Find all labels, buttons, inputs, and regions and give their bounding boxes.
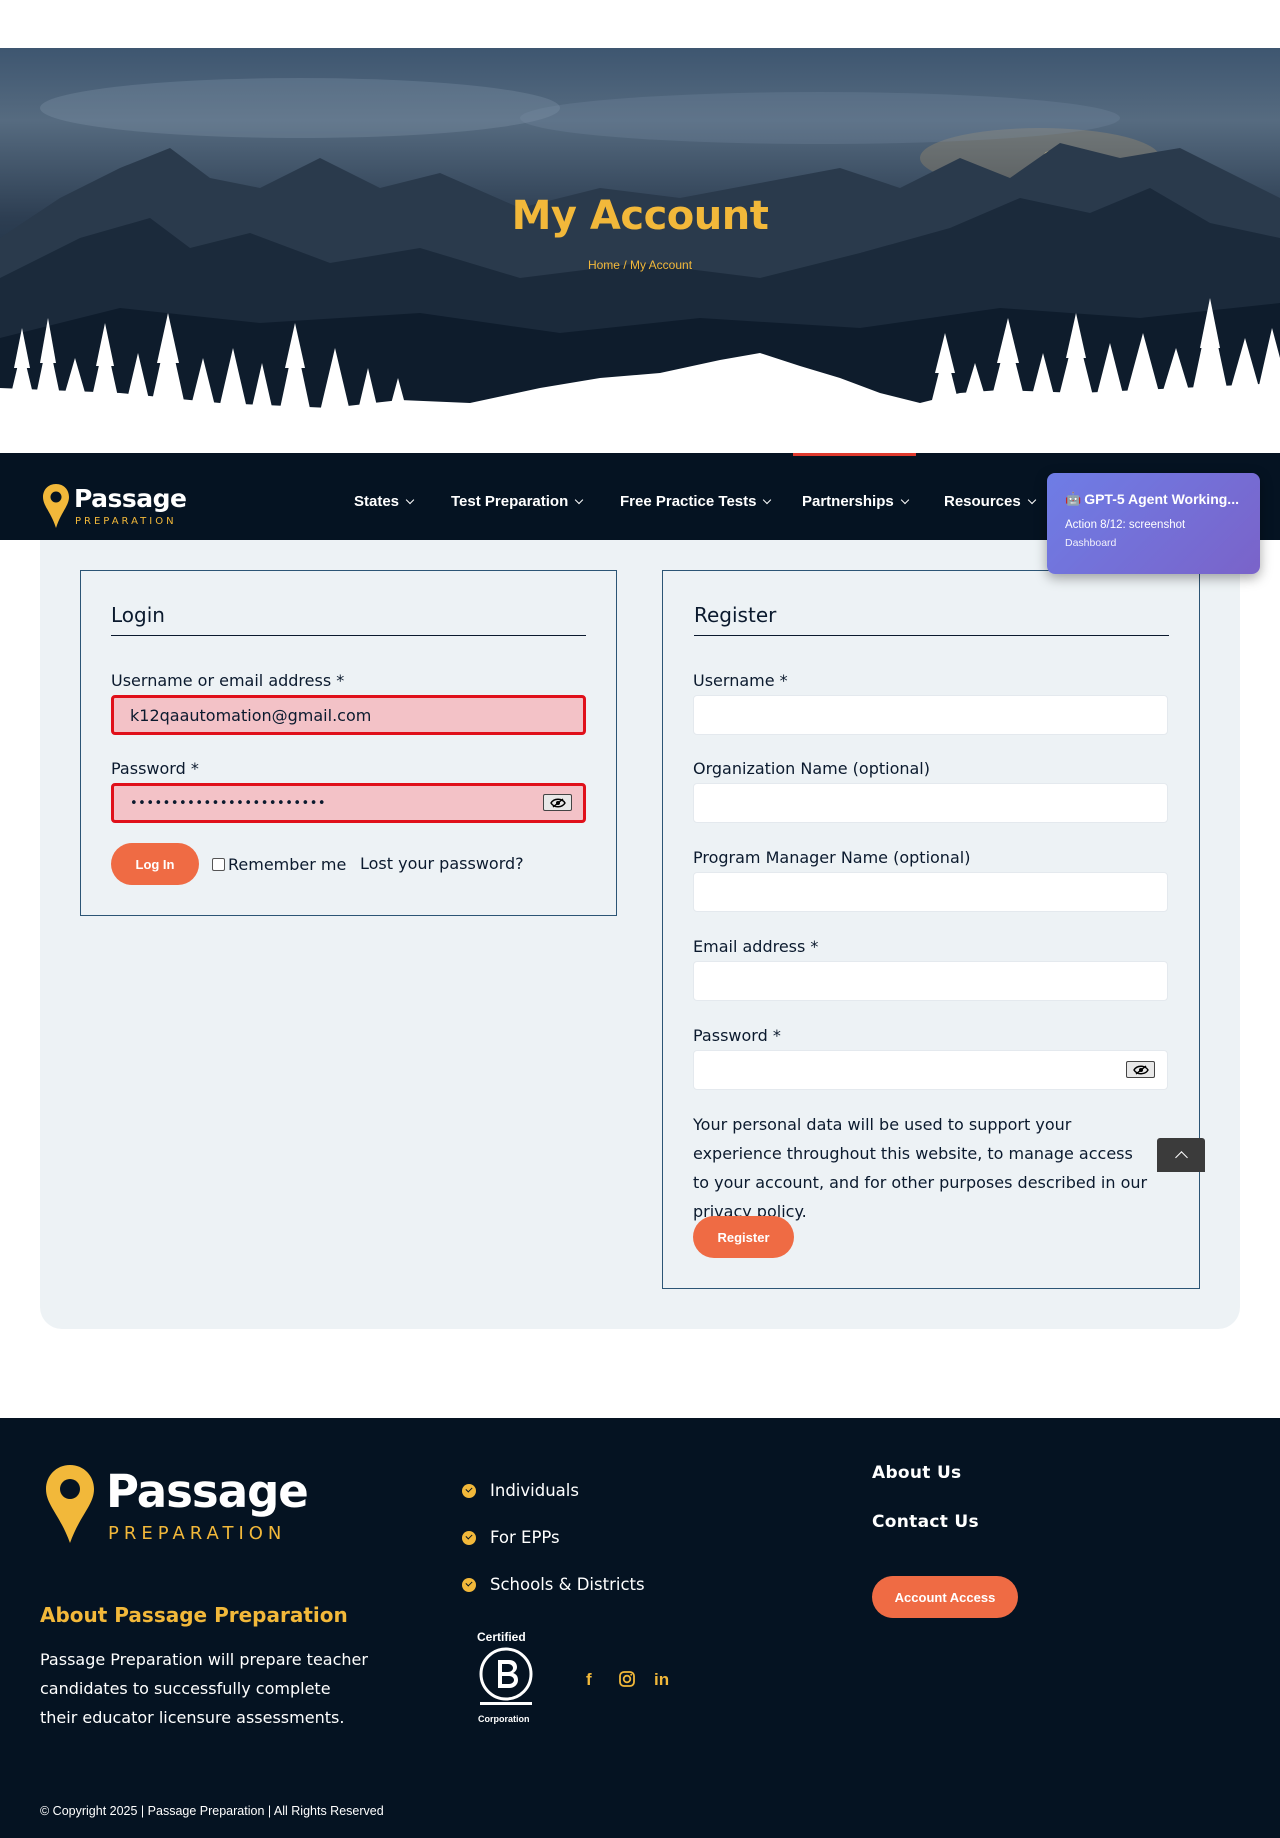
eye-slash-icon	[549, 797, 566, 808]
footer-link-contact-us[interactable]: Contact Us	[872, 1512, 979, 1532]
top-spacer	[0, 0, 1280, 48]
nav-item-free-practice-tests[interactable]: Free Practice Tests	[620, 493, 772, 510]
chevron-up-icon	[1174, 1151, 1188, 1164]
show-password-toggle[interactable]	[543, 794, 572, 811]
location-pin-icon	[46, 1465, 94, 1543]
breadcrumb-separator: /	[619, 258, 630, 272]
username-value: k12qaautomation@gmail.com	[130, 705, 372, 725]
footer-link-schools[interactable]: Schools & Districts	[462, 1575, 645, 1594]
chevron-down-icon	[900, 495, 909, 505]
page-title: My Account	[511, 193, 769, 239]
login-heading: Login	[111, 603, 165, 627]
lost-password-link[interactable]: Lost your password?	[360, 854, 524, 873]
check-circle-icon	[462, 1530, 476, 1545]
bcorp-certified-text: Certified	[477, 1630, 526, 1644]
nav-item-states[interactable]: States	[354, 493, 415, 510]
register-username-field[interactable]	[693, 695, 1168, 735]
footer-about-text: Passage Preparation will prepare teacher…	[40, 1650, 368, 1727]
footer-link-about-us[interactable]: About Us	[872, 1463, 961, 1483]
logo-wordmark: Passage	[74, 484, 187, 513]
instagram-icon[interactable]	[618, 1670, 636, 1693]
linkedin-icon[interactable]: in	[654, 1670, 669, 1690]
hero-banner: My Account Home / My Account	[0, 48, 1280, 453]
divider	[111, 635, 586, 636]
eye-slash-icon	[1132, 1064, 1149, 1075]
nav-item-resources[interactable]: Resources	[944, 493, 1036, 510]
check-circle-icon	[462, 1483, 476, 1498]
agent-status-title: GPT-5 Agent Working...	[1084, 491, 1239, 507]
agent-status-toast: 🤖 GPT-5 Agent Working... Action 8/12: scr…	[1047, 473, 1260, 574]
header-logo[interactable]: Passage PREPARATION	[42, 482, 192, 530]
chevron-down-icon	[763, 495, 772, 505]
bcorp-corporation-text: Corporation	[478, 1714, 530, 1724]
divider	[694, 635, 1169, 636]
facebook-icon[interactable]: f	[586, 1670, 592, 1690]
nav-item-test-preparation[interactable]: Test Preparation	[451, 493, 584, 510]
password-value: ••••••••••••••••••••••••	[130, 795, 327, 811]
username-field[interactable]: k12qaautomation@gmail.com	[111, 695, 586, 735]
check-circle-icon	[462, 1577, 476, 1592]
organization-label: Organization Name (optional)	[693, 759, 930, 778]
logo-tagline: PREPARATION	[75, 516, 177, 527]
password-label: Password *	[111, 759, 199, 778]
remember-me-checkbox[interactable]	[212, 858, 225, 871]
privacy-text: Your personal data will be used to suppo…	[693, 1115, 1148, 1192]
privacy-text-end: .	[801, 1202, 807, 1221]
register-heading: Register	[694, 603, 777, 627]
bcorp-logo-icon	[479, 1647, 533, 1705]
program-manager-field[interactable]	[693, 872, 1168, 912]
bcorp-badge: Certified Corporation	[475, 1630, 537, 1726]
privacy-notice: Your personal data will be used to suppo…	[693, 1110, 1153, 1226]
show-password-toggle[interactable]	[1126, 1061, 1155, 1078]
nav-item-partnerships[interactable]: Partnerships	[802, 493, 909, 510]
footer-about-title: About Passage Preparation	[40, 1603, 348, 1627]
register-username-label: Username *	[693, 671, 788, 690]
mountain-scene-illustration	[0, 78, 1280, 453]
breadcrumb-home-link[interactable]: Home	[588, 258, 620, 272]
breadcrumb: Home / My Account	[0, 258, 1280, 272]
footer-logo[interactable]: Passage PREPARATION	[44, 1463, 314, 1545]
login-button[interactable]: Log In	[111, 843, 199, 885]
scroll-to-top-button[interactable]	[1157, 1138, 1205, 1172]
username-label: Username or email address *	[111, 671, 345, 690]
password-field[interactable]: ••••••••••••••••••••••••	[111, 783, 586, 823]
breadcrumb-current: My Account	[630, 258, 693, 272]
register-button[interactable]: Register	[693, 1216, 794, 1258]
agent-action-text: Action 8/12: screenshot	[1065, 519, 1186, 531]
chevron-down-icon	[575, 495, 584, 505]
organization-field[interactable]	[693, 783, 1168, 823]
remember-me-label[interactable]: Remember me	[228, 855, 346, 874]
copyright-text: © Copyright 2025 | Passage Preparation |…	[40, 1804, 384, 1818]
robot-icon: 🤖	[1065, 491, 1082, 506]
footer-link-individuals[interactable]: Individuals	[462, 1481, 579, 1500]
footer-logo-tagline: PREPARATION	[108, 1523, 287, 1544]
chevron-down-icon	[405, 495, 415, 505]
footer-logo-wordmark: Passage	[106, 1465, 309, 1518]
agent-page-text: Dashboard	[1065, 537, 1117, 549]
chevron-down-icon	[1027, 495, 1036, 505]
account-access-button[interactable]: Account Access	[872, 1576, 1018, 1618]
footer-link-epps[interactable]: For EPPs	[462, 1528, 560, 1547]
nav-active-indicator	[793, 453, 916, 456]
email-label: Email address *	[693, 937, 819, 956]
email-field[interactable]	[693, 961, 1168, 1001]
register-password-field[interactable]	[693, 1050, 1168, 1090]
register-password-label: Password *	[693, 1026, 781, 1045]
program-manager-label: Program Manager Name (optional)	[693, 848, 971, 867]
